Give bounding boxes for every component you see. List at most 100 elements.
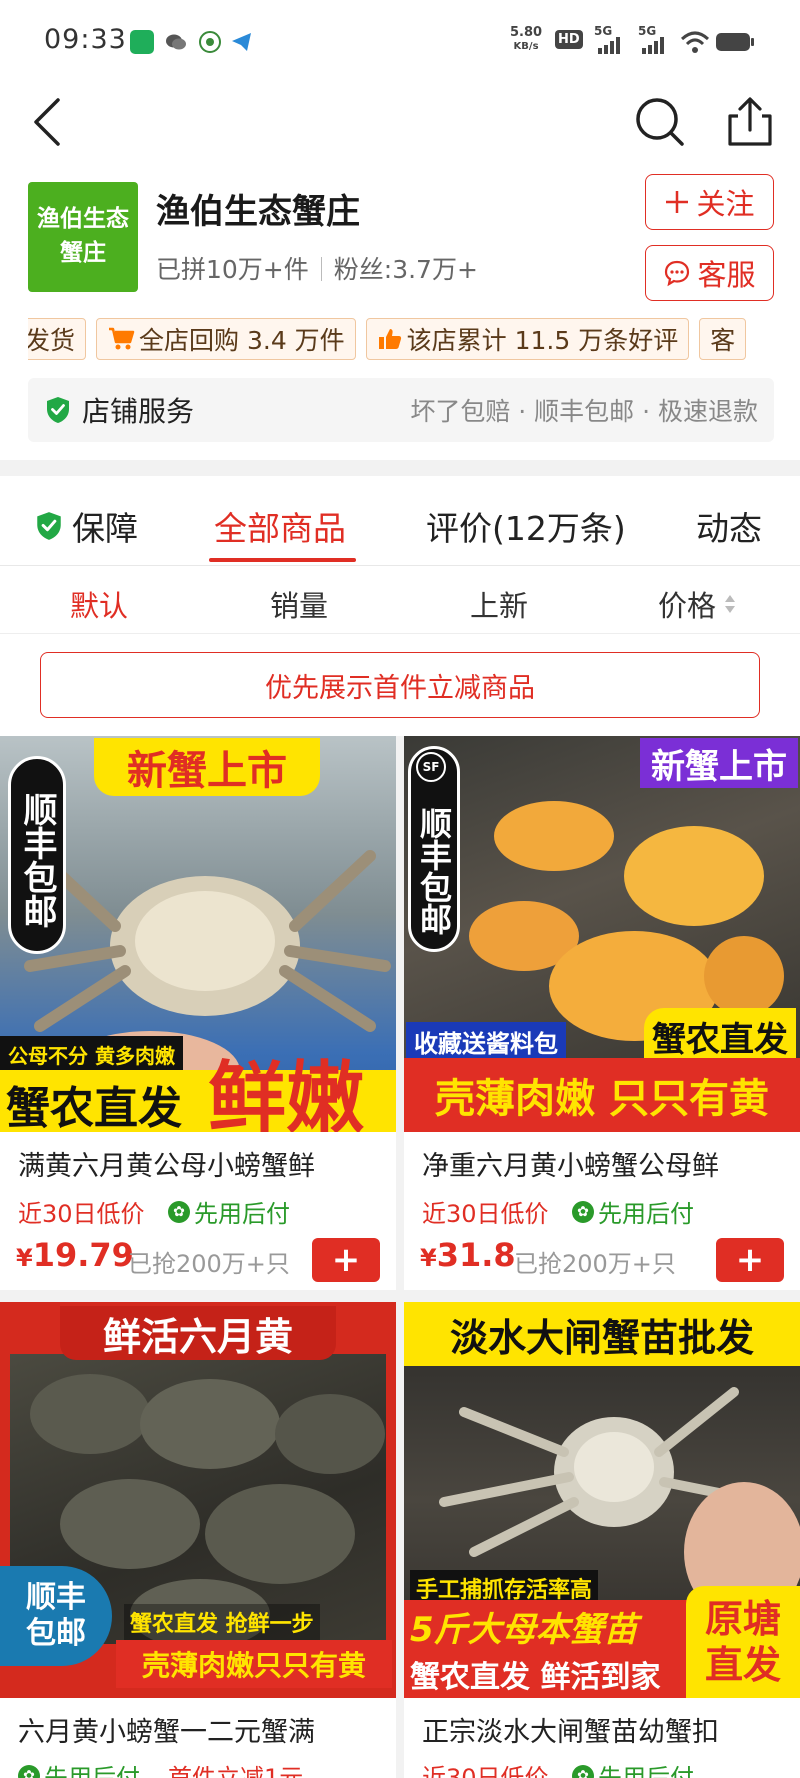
- product-title[interactable]: 满黄六月黄公母小螃蟹鲜: [18, 1144, 315, 1183]
- product-card[interactable]: 新蟹上市 顺丰包邮 公母不分 黄多肉嫩 蟹农直发 鲜嫩 满黄六月黄公母小螃蟹鲜 …: [0, 736, 396, 1290]
- img-label-gift-sauce: 收藏送酱料包: [406, 1022, 566, 1058]
- img-banner-new: 新蟹上市: [94, 738, 320, 796]
- img-bottom-bar: 壳薄肉嫩只只有黄: [116, 1640, 392, 1688]
- tab-guarantee[interactable]: 保障: [34, 502, 138, 550]
- store-fans-count: 粉丝:3.7万+: [333, 255, 478, 284]
- product-image[interactable]: 新蟹上市 顺丰包邮 公母不分 黄多肉嫩 蟹农直发 鲜嫩: [0, 736, 396, 1132]
- product-tag-low-price: 近30日低价: [422, 1764, 549, 1778]
- product-tag-pay-later: ✿ 先用后付: [572, 1758, 694, 1778]
- tab-all-products[interactable]: 全部商品: [214, 502, 346, 550]
- shield-check-icon: [37, 512, 61, 540]
- store-service-panel[interactable]: 店铺服务 坏了包赔 · 顺丰包邮 · 极速退款: [28, 378, 774, 442]
- shield-check-icon: [47, 397, 69, 423]
- cart-icon: [109, 327, 135, 350]
- tab-updates[interactable]: 动态: [696, 502, 762, 550]
- img-bottom-bar: 壳薄肉嫩 只只有黄: [404, 1058, 800, 1132]
- app-notification-icon: [130, 30, 154, 54]
- product-sold-count: 已抢200万+只: [514, 1250, 676, 1278]
- sf-logo-icon: SF: [416, 752, 446, 782]
- add-to-cart-button[interactable]: +: [716, 1238, 784, 1282]
- status-bar: 09:33 5.80 KB/s HD 5G 5G: [0, 0, 800, 84]
- img-label-farmer-direct: 蟹农直发: [644, 1008, 796, 1060]
- img-badge-sf-free-shipping: 顺丰包邮: [8, 756, 66, 954]
- status-time: 09:33: [44, 24, 127, 55]
- section-divider: [0, 460, 800, 476]
- badge-more[interactable]: 客: [699, 318, 747, 360]
- thumbs-up-icon: [378, 329, 401, 349]
- img-banner-new: 新蟹上市: [640, 738, 798, 788]
- product-image[interactable]: 淡水大闸蟹苗批发 手工捕抓存活率高 5斤大母本蟹苗 蟹农直发 鲜活到家 原塘 直…: [404, 1302, 800, 1698]
- signal-bars-icon: [642, 37, 664, 54]
- product-card[interactable]: 新蟹上市 顺丰包邮 SF 收藏送酱料包 蟹农直发 壳薄肉嫩 只只有黄 净重六月黄…: [404, 736, 800, 1290]
- pay-later-icon: ✿: [572, 1764, 594, 1778]
- product-price: ¥19.79: [16, 1236, 134, 1274]
- product-tag-pay-later: ✿ 先用后付: [168, 1194, 290, 1229]
- product-image[interactable]: 新蟹上市 顺丰包邮 SF 收藏送酱料包 蟹农直发 壳薄肉嫩 只只有黄: [404, 736, 800, 1132]
- img-label-small: 公母不分 黄多肉嫩: [0, 1036, 183, 1070]
- back-icon[interactable]: [24, 92, 76, 152]
- hd-icon: HD: [555, 30, 583, 49]
- sort-newest[interactable]: 上新: [470, 583, 528, 625]
- pay-later-icon: ✿: [18, 1764, 40, 1778]
- product-grid: 新蟹上市 顺丰包邮 公母不分 黄多肉嫩 蟹农直发 鲜嫩 满黄六月黄公母小螃蟹鲜 …: [0, 736, 800, 1778]
- product-card[interactable]: 鲜活六月黄 顺丰 包邮 蟹农直发 抢鲜一步 壳薄肉嫩只只有黄 六月黄小螃蟹一二元…: [0, 1302, 396, 1778]
- img-label-bottom: 蟹农直发 鲜活到家: [410, 1660, 661, 1695]
- follow-button[interactable]: 关注: [645, 174, 774, 230]
- product-title[interactable]: 净重六月黄小螃蟹公母鲜: [422, 1144, 719, 1183]
- product-card[interactable]: 淡水大闸蟹苗批发 手工捕抓存活率高 5斤大母本蟹苗 蟹农直发 鲜活到家 原塘 直…: [404, 1302, 800, 1778]
- customer-service-button[interactable]: 客服: [645, 245, 774, 301]
- network-speed: 5.80 KB/s: [510, 25, 543, 53]
- telegram-icon: [230, 30, 254, 54]
- product-title[interactable]: 六月黄小螃蟹一二元蟹满: [18, 1710, 315, 1749]
- app-notification-icon: [198, 30, 222, 54]
- plus-icon: [666, 191, 689, 213]
- battery-icon: [716, 33, 754, 51]
- store-service-title: 店铺服务: [82, 395, 195, 428]
- wechat-icon: [164, 30, 188, 54]
- product-price: ¥31.8: [420, 1236, 516, 1274]
- badge-shipping[interactable]: 发货: [28, 318, 87, 360]
- signal-bars-icon: [598, 37, 620, 54]
- product-tag-first-discount: 首件立减1元: [168, 1764, 304, 1778]
- product-tag-pay-later: ✿ 先用后付: [18, 1758, 140, 1778]
- follow-label: 关注: [696, 187, 755, 221]
- store-logo[interactable]: 渔伯生态 蟹庄: [28, 182, 138, 292]
- pay-later-icon: ✿: [168, 1200, 190, 1223]
- store-sold-count: 已拼10万+件: [156, 255, 309, 284]
- store-stats: 已拼10万+件 粉丝:3.7万+: [156, 250, 478, 286]
- img-banner-title: 淡水大闸蟹苗批发: [404, 1302, 800, 1366]
- store-badge-strip[interactable]: 发货 全店回购 3.4 万件 该店累计 11.5 万条好评 客: [28, 318, 774, 360]
- tab-reviews[interactable]: 评价(12万条): [426, 502, 626, 550]
- pay-later-icon: ✿: [572, 1200, 594, 1223]
- product-image[interactable]: 鲜活六月黄 顺丰 包邮 蟹农直发 抢鲜一步 壳薄肉嫩只只有黄: [0, 1302, 396, 1698]
- store-tabs: 保障 全部商品 评价(12万条) 动态: [0, 476, 800, 566]
- product-sold-count: 已抢200万+只: [128, 1250, 290, 1278]
- img-label-mid: 5斤大母本蟹苗: [410, 1610, 638, 1650]
- store-name: 渔伯生态蟹庄: [156, 192, 360, 232]
- img-label-fresh: 鲜嫩: [208, 1054, 365, 1132]
- active-tab-indicator: [209, 558, 356, 562]
- product-tag-pay-later: ✿ 先用后付: [572, 1194, 694, 1229]
- badge-good-reviews[interactable]: 该店累计 11.5 万条好评: [365, 318, 690, 360]
- product-title[interactable]: 正宗淡水大闸蟹苗幼蟹扣: [422, 1710, 719, 1749]
- sort-default[interactable]: 默认: [70, 583, 128, 625]
- img-label-farmer-direct: 蟹农直发: [6, 1083, 182, 1132]
- product-tag-low-price: 近30日低价: [422, 1200, 549, 1228]
- sort-arrows-icon: [725, 595, 736, 613]
- share-icon[interactable]: [722, 94, 778, 150]
- img-badge-sf-free-shipping: 顺丰 包邮: [0, 1566, 112, 1666]
- img-badge-pond-direct: 原塘 直发: [686, 1586, 800, 1698]
- sort-bar: 默认 销量 上新 价格: [0, 566, 800, 634]
- sort-sales[interactable]: 销量: [270, 583, 328, 625]
- promo-first-discount-button[interactable]: 优先展示首件立减商品: [40, 652, 760, 718]
- sort-price[interactable]: 价格: [658, 583, 736, 625]
- add-to-cart-button[interactable]: +: [312, 1238, 380, 1282]
- wifi-icon: [680, 31, 710, 53]
- product-tag-low-price: 近30日低价: [18, 1200, 145, 1228]
- search-icon[interactable]: [632, 94, 688, 150]
- img-banner-title: 鲜活六月黄: [60, 1306, 336, 1360]
- badge-repurchase[interactable]: 全店回购 3.4 万件: [96, 318, 356, 360]
- service-label: 客服: [697, 258, 756, 292]
- img-label-small: 蟹农直发 抢鲜一步: [124, 1604, 320, 1640]
- chat-bubble-icon: [665, 260, 690, 287]
